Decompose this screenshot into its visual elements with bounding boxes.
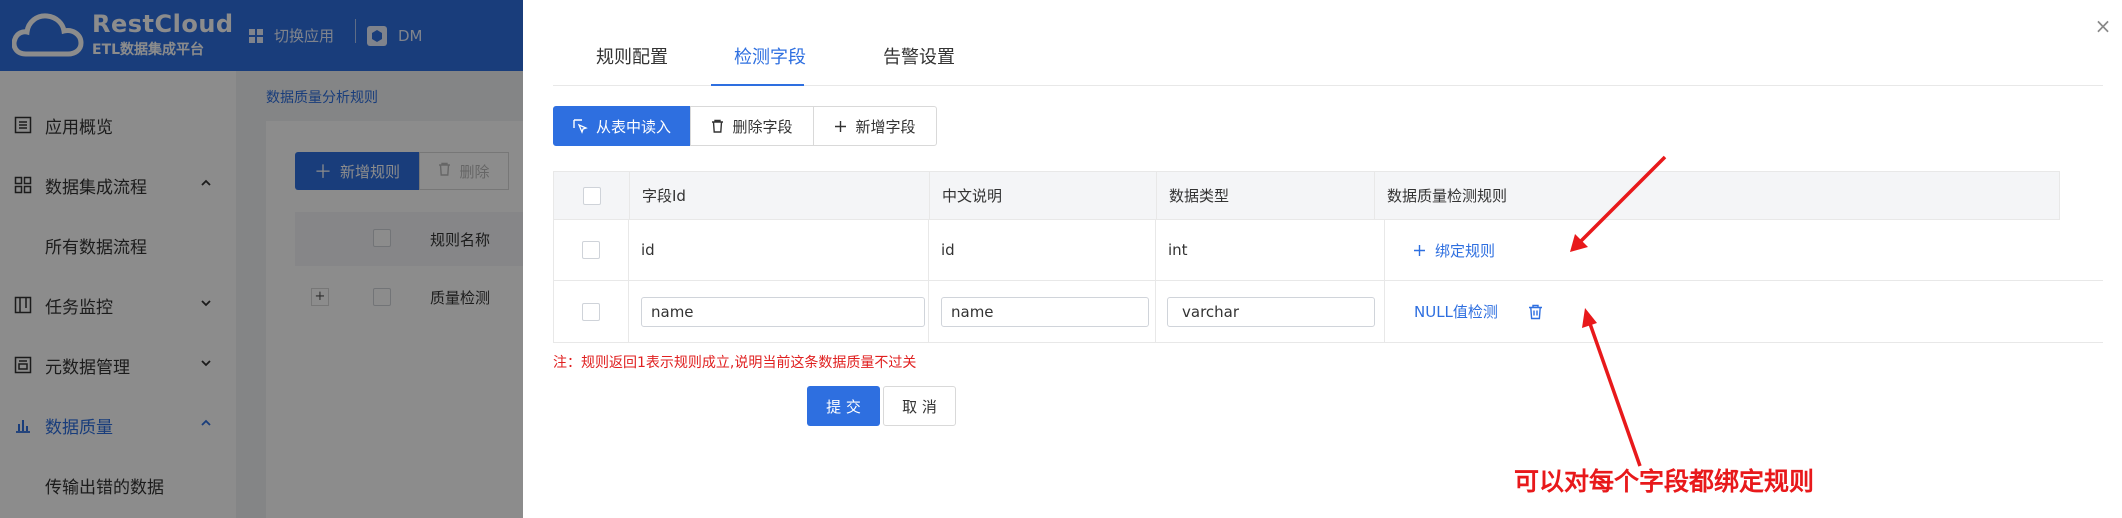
row-checkbox[interactable] bbox=[582, 302, 600, 321]
row-checkbox-cell bbox=[553, 220, 629, 280]
column-header-quality-rule: 数据质量检测规则 bbox=[1387, 187, 1508, 205]
header-checkbox-cell bbox=[554, 172, 630, 219]
field-id-cell: name bbox=[629, 281, 929, 342]
read-from-table-button[interactable]: 从表中读入 bbox=[553, 106, 691, 146]
close-button[interactable]: × bbox=[2093, 16, 2113, 36]
tab-label: 告警设置 bbox=[883, 47, 955, 68]
data-type-input[interactable]: varchar bbox=[1167, 296, 1375, 327]
add-field-label: 新增字段 bbox=[855, 117, 916, 136]
trash-icon[interactable] bbox=[1528, 304, 1543, 320]
active-tab-indicator bbox=[711, 84, 804, 86]
plus-icon bbox=[834, 120, 847, 133]
tab-alert-settings[interactable]: 告警设置 bbox=[883, 40, 955, 86]
read-from-table-label: 从表中读入 bbox=[595, 117, 671, 136]
plus-icon bbox=[1414, 244, 1425, 256]
field-id-input[interactable]: name bbox=[641, 296, 925, 327]
select-all-checkbox[interactable] bbox=[582, 186, 601, 205]
submit-button[interactable]: 提 交 bbox=[807, 386, 880, 426]
description-input[interactable]: name bbox=[941, 296, 1149, 327]
bind-rule-link[interactable]: 绑定规则 bbox=[1413, 240, 1495, 261]
rule-cell: 绑定规则 bbox=[1385, 220, 2103, 280]
tab-label: 规则配置 bbox=[596, 47, 668, 68]
add-field-button[interactable]: 新增字段 bbox=[813, 106, 937, 146]
table-row: name name varchar NULL值检测 bbox=[553, 281, 2103, 343]
tab-label: 检测字段 bbox=[734, 47, 806, 68]
column-header-data-type: 数据类型 bbox=[1157, 172, 1375, 219]
table-header-row: 字段Id 中文说明 数据类型 数据质量检测规则 bbox=[553, 171, 2060, 220]
description-cell: name bbox=[929, 281, 1156, 342]
column-header-field-id: 字段Id bbox=[630, 172, 930, 219]
field-id-cell[interactable]: id bbox=[629, 220, 929, 280]
row-checkbox[interactable] bbox=[582, 241, 600, 259]
tab-bar: 规则配置 检测字段 告警设置 bbox=[553, 40, 2103, 86]
annotation-text: 可以对每个字段都绑定规则 bbox=[1514, 467, 1815, 496]
delete-field-button[interactable]: 删除字段 bbox=[690, 106, 814, 146]
rule-tag-link[interactable]: NULL值检测 bbox=[1414, 301, 1498, 322]
description-cell[interactable]: id bbox=[929, 220, 1156, 280]
bind-rule-label: 绑定规则 bbox=[1435, 241, 1496, 260]
cancel-button[interactable]: 取 消 bbox=[883, 386, 956, 426]
field-drawer: × 规则配置 检测字段 告警设置 从表中读入 删除字段 新增字段 字段Id 中文… bbox=[523, 0, 2122, 518]
delete-field-label: 删除字段 bbox=[732, 117, 793, 136]
data-type-cell[interactable]: int bbox=[1156, 220, 1385, 280]
rule-cell: NULL值检测 bbox=[1385, 281, 2103, 342]
field-toolbar: 从表中读入 删除字段 新增字段 bbox=[553, 106, 937, 146]
data-type-cell: varchar bbox=[1156, 281, 1385, 342]
column-header-description: 中文说明 bbox=[930, 172, 1157, 219]
row-checkbox-cell bbox=[553, 281, 629, 342]
table-row: id id int 绑定规则 bbox=[553, 220, 2103, 281]
select-cursor-icon bbox=[573, 118, 588, 134]
tab-check-fields[interactable]: 检测字段 bbox=[734, 40, 806, 86]
rule-note: 注：规则返回1表示规则成立,说明当前这条数据质量不过关 bbox=[553, 355, 917, 371]
tab-rule-config[interactable]: 规则配置 bbox=[596, 40, 668, 86]
trash-icon bbox=[711, 119, 724, 133]
